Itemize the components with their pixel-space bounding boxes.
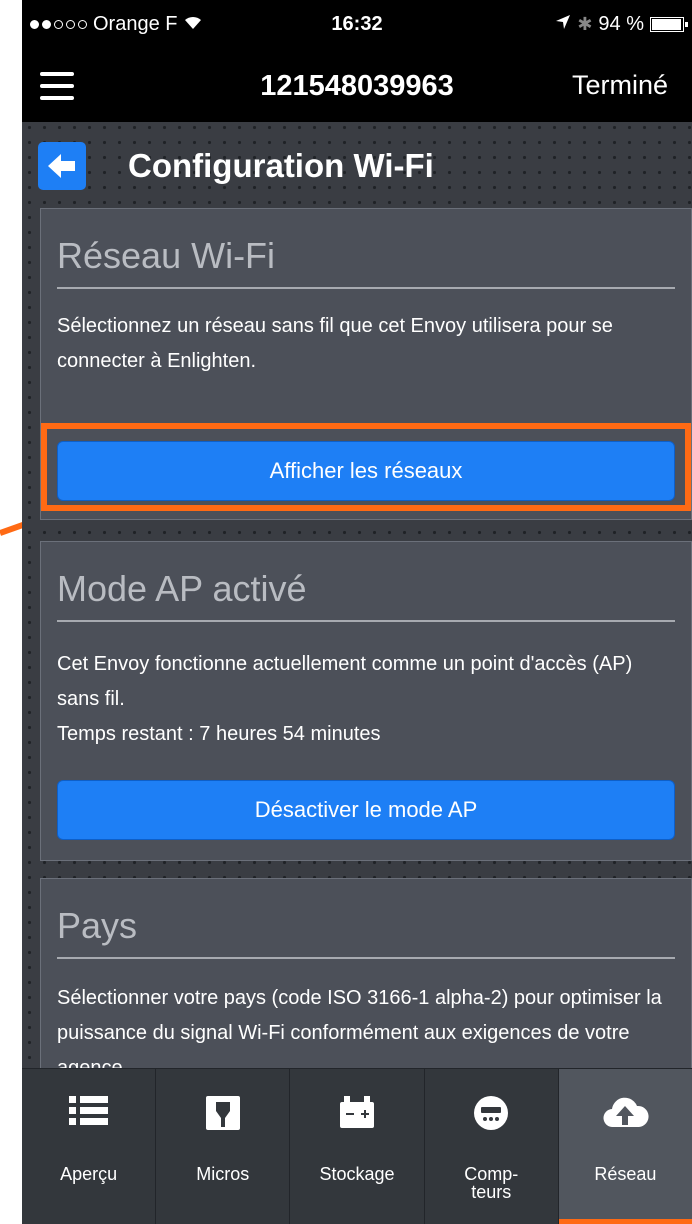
list-icon — [22, 1093, 155, 1137]
tab-overview[interactable]: Aperçu — [22, 1069, 157, 1224]
bottom-tab-bar: Aperçu Micros Stockage Comp- teurs Résea… — [22, 1068, 692, 1224]
tab-label: Comp- teurs — [425, 1165, 558, 1201]
ap-card-title: Mode AP activé — [57, 568, 307, 609]
phone-screen: Orange F 16:32 ✱ 94 % 121548039963 Termi… — [22, 0, 692, 1224]
battery-percent: 94 % — [598, 13, 644, 35]
ap-card-description: Cet Envoy fonctionne actuellement comme … — [57, 653, 633, 710]
tab-label: Aperçu — [60, 1164, 118, 1184]
page-title: Configuration Wi-Fi — [128, 147, 434, 184]
meter-icon — [425, 1093, 558, 1137]
divider — [57, 957, 675, 959]
tab-label: Réseau — [594, 1164, 657, 1184]
disable-ap-mode-button[interactable]: Désactiver le mode AP — [57, 780, 675, 840]
tab-label: Micros — [196, 1164, 250, 1184]
tab-label-line2: teurs — [471, 1182, 512, 1202]
bluetooth-icon: ✱ — [577, 14, 593, 34]
wifi-card-description: Sélectionnez un réseau sans fil que cet … — [57, 315, 613, 372]
navigation-bar: 121548039963 Terminé — [22, 50, 692, 122]
status-bar: Orange F 16:32 ✱ 94 % — [22, 0, 692, 50]
wifi-card-title: Réseau Wi-Fi — [57, 235, 276, 276]
battery-storage-icon — [290, 1093, 423, 1137]
ap-mode-card: Mode AP activé Cet Envoy fonctionne actu… — [40, 541, 692, 861]
cloud-upload-icon — [559, 1093, 692, 1137]
tab-label-line1: Comp- — [464, 1164, 519, 1184]
done-button[interactable]: Terminé — [572, 70, 668, 101]
country-card-title: Pays — [57, 905, 138, 946]
tab-storage[interactable]: Stockage — [290, 1069, 425, 1224]
back-button[interactable] — [38, 142, 86, 190]
back-arrow-icon — [48, 154, 75, 178]
battery-icon — [650, 17, 688, 32]
tab-network[interactable]: Réseau — [558, 1069, 692, 1224]
divider — [57, 620, 675, 622]
location-icon — [555, 13, 571, 36]
microinverter-icon — [156, 1093, 289, 1137]
tab-meters[interactable]: Comp- teurs — [425, 1069, 559, 1224]
time-remaining: Temps restant : 7 heures 54 minutes — [57, 723, 381, 745]
page-header: Configuration Wi-Fi — [38, 136, 434, 196]
tab-label: Stockage — [319, 1164, 395, 1184]
tab-micros[interactable]: Micros — [156, 1069, 291, 1224]
highlight-box — [41, 423, 691, 511]
divider — [57, 287, 675, 289]
